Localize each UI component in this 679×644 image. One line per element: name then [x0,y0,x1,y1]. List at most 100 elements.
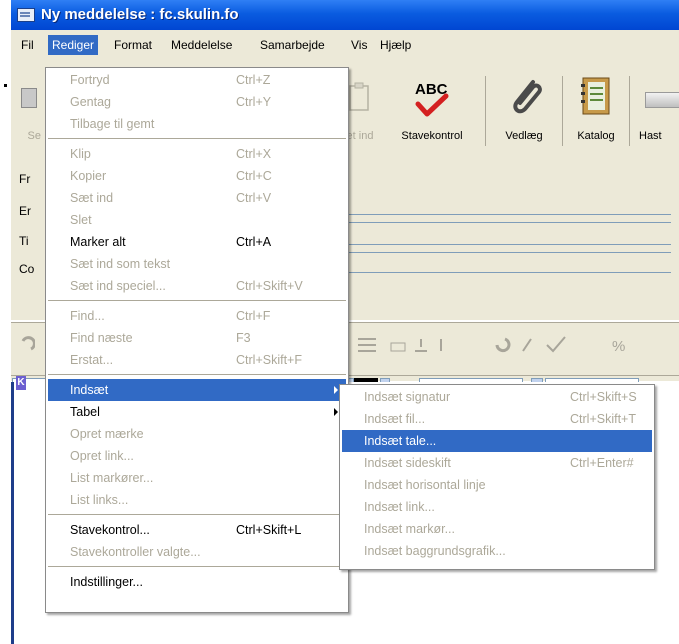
menu-rediger[interactable]: Rediger [48,35,99,55]
edit-menu-item-erstat[interactable]: Erstat... Ctrl+Skift+F [48,349,346,371]
edit-menu-item-sæt-ind-speciel[interactable]: Sæt ind speciel... Ctrl+Skift+V [48,275,346,297]
menu-meddelelse[interactable]: Meddelelse [167,35,236,55]
toolbar-spellcheck-button[interactable]: ABC Stavekontrol [387,72,477,148]
menu-item-shortcut: F3 [236,331,251,345]
header-subject-label: Er [19,204,31,218]
toolbar-attach-button[interactable]: Vedlæg [489,72,559,148]
edit-menu-item-tabel[interactable]: Tabel [48,401,346,423]
bullet-list-icon[interactable] [356,335,378,355]
menu-item-label: List markører... [70,471,154,485]
edit-menu-item-stavekontroller-valgte[interactable]: Stavekontroller valgte... [48,541,346,563]
toolbar-priority-button[interactable]: Hast [633,72,679,148]
edit-menu-item-find-næste[interactable]: Find næste F3 [48,327,346,349]
paperclip-icon [513,80,542,114]
edit-menu-item-find[interactable]: Find... Ctrl+F [48,305,346,327]
subject-field[interactable] [341,214,671,215]
special-char-icon[interactable]: % [611,335,633,355]
misc-format-icons[interactable] [491,333,581,355]
svg-text:ABC: ABC [415,81,448,98]
insert-submenu-item-indsæt-markør[interactable]: Indsæt markør... [342,518,652,540]
insert-submenu-item-indsæt-link[interactable]: Indsæt link... [342,496,652,518]
insert-submenu-item-indsæt-sideskift[interactable]: Indsæt sideskift Ctrl+Enter# [342,452,652,474]
menu-item-label: Slet [70,213,92,227]
align-icons[interactable] [389,335,449,355]
menu-item-label: Indsæt fil... [364,412,426,426]
toolbar-separator [485,76,486,146]
send-icon [21,88,37,108]
menu-item-label: Indsæt baggrundsgrafik... [364,544,506,558]
menu-vis[interactable]: Vis [347,35,371,55]
priority-icon [645,92,679,108]
menu-item-shortcut: Ctrl+Skift+S [570,390,637,404]
menu-item-label: Sæt ind [70,191,114,205]
bookmark-k-icon: K [16,376,26,390]
edit-menu-item-fortryd[interactable]: Fortryd Ctrl+Z [48,69,346,91]
menu-item-shortcut: Ctrl+Skift+F [236,353,302,367]
menu-item-shortcut: Ctrl+Y [236,95,272,109]
menu-item-label: Erstat... [70,353,114,367]
toolbar-send-label: Se [27,130,41,142]
menu-separator [48,374,346,375]
edit-menu-item-tilbage-til-gemt[interactable]: Tilbage til gemt [48,113,346,135]
cc-field[interactable] [341,272,671,273]
menu-item-label: Indsæt [70,383,109,397]
to-field[interactable] [341,244,671,245]
edit-menu-item-klip[interactable]: Klip Ctrl+X [48,143,346,165]
edit-menu-item-stavekontrol[interactable]: Stavekontrol... Ctrl+Skift+L [48,519,346,541]
menu-item-label: Gentag [70,95,112,109]
edit-menu-item-opret-mærke[interactable]: Opret mærke [48,423,346,445]
insert-submenu-item-indsæt-fil[interactable]: Indsæt fil... Ctrl+Skift+T [342,408,652,430]
menu-fil[interactable]: Fil [17,35,38,55]
menu-item-shortcut: Ctrl+Enter# [570,456,634,470]
menu-separator [48,138,346,139]
edit-menu-item-slet[interactable]: Slet [48,209,346,231]
edit-menu-item-list-links[interactable]: List links... [48,489,346,511]
menu-item-label: Indsæt sideskift [364,456,451,470]
submenu-arrow-icon [334,386,338,394]
insert-submenu-item-indsæt-horisontal-linje[interactable]: Indsæt horisontal linje [342,474,652,496]
undo-icon[interactable] [17,335,35,355]
menu-hjaelp[interactable]: Hjælp [376,35,415,55]
menu-item-label: Tilbage til gemt [70,117,155,131]
edit-menu: Fortryd Ctrl+Z Gentag Ctrl+Y Tilbage til gem… [45,67,349,613]
edit-menu-item-opret-link[interactable]: Opret link... [48,445,346,467]
toolbar-separator [562,76,563,146]
toolbar-attach-label: Vedlæg [505,130,543,142]
menu-separator [48,514,346,515]
toolbar-priority-label: Hast [639,130,662,142]
field-border [341,222,671,223]
message-window-icon [17,8,35,22]
menu-item-label: Find næste [70,331,133,345]
edit-menu-item-sæt-ind-som-tekst[interactable]: Sæt ind som tekst [48,253,346,275]
menu-format[interactable]: Format [110,35,156,55]
menu-item-label: Fortryd [70,73,110,87]
menu-item-label: Sæt ind speciel... [70,279,166,293]
edit-menu-item-kopier[interactable]: Kopier Ctrl+C [48,165,346,187]
address-book-icon [581,77,610,115]
edit-menu-item-marker-alt[interactable]: Marker alt Ctrl+A [48,231,346,253]
paste-icon [349,82,369,111]
menu-item-shortcut: Ctrl+A [236,235,272,249]
svg-text:%: % [612,338,625,355]
toolbar-catalog-label: Katalog [577,130,615,142]
edit-menu-item-list-markører[interactable]: List markører... [48,467,346,489]
menu-item-label: Tabel [70,405,100,419]
toolbar-catalog-button[interactable]: Katalog [566,72,626,148]
edit-menu-item-indstillinger[interactable]: Indstillinger... [48,571,346,593]
stray-dot [4,84,7,87]
insert-submenu-item-indsæt-tale[interactable]: Indsæt tale... [342,430,652,452]
insert-submenu-item-indsæt-signatur[interactable]: Indsæt signatur Ctrl+Skift+S [342,386,652,408]
edit-menu-item-gentag[interactable]: Gentag Ctrl+Y [48,91,346,113]
menu-item-label: Klip [70,147,91,161]
insert-submenu-item-indsæt-baggrundsgrafik[interactable]: Indsæt baggrundsgrafik... [342,540,652,562]
edit-menu-item-indsæt[interactable]: Indsæt [48,379,346,401]
toolbar-send-button[interactable]: Se [11,72,41,148]
menu-item-label: Stavekontrol... [70,523,150,537]
edit-menu-item-sæt-ind[interactable]: Sæt ind Ctrl+V [48,187,346,209]
menu-item-label: Opret mærke [70,427,144,441]
menu-item-shortcut: Ctrl+C [236,169,272,183]
menu-item-shortcut: Ctrl+Skift+T [570,412,636,426]
menu-item-label: Find... [70,309,105,323]
menu-samarbejde[interactable]: Samarbejde [256,35,329,55]
menu-item-shortcut: Ctrl+V [236,191,272,205]
